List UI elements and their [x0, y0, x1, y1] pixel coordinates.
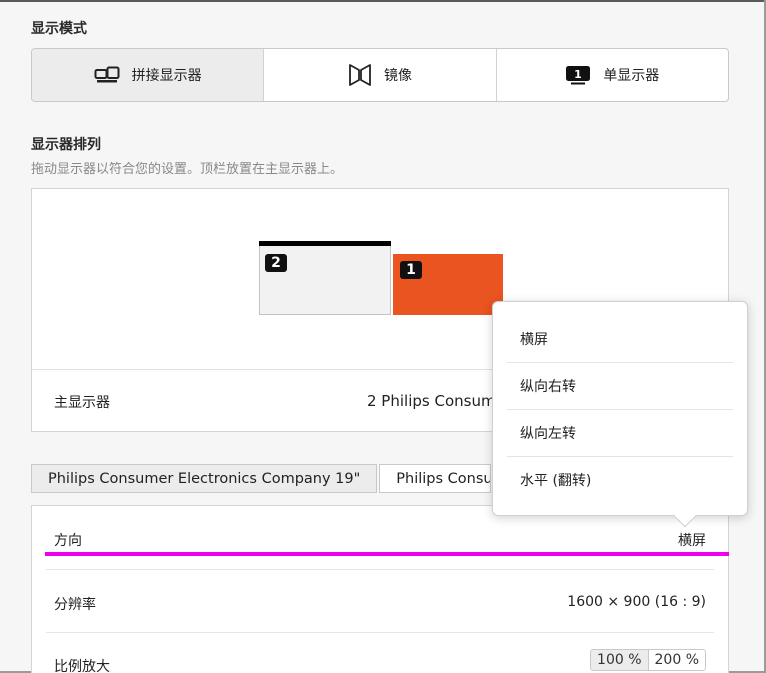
mode-joined-label: 拼接显示器	[131, 68, 202, 84]
arrangement-subtitle: 拖动显示器以符合您的设置。顶栏放置在主显示器上。	[31, 162, 344, 177]
orientation-label: 方向	[54, 533, 82, 549]
primary-display-label: 主显示器	[54, 395, 110, 411]
mode-single-button[interactable]: 1 单显示器	[497, 49, 728, 101]
orientation-menu: 横屏 纵向右转 纵向左转 水平 (翻转)	[492, 301, 748, 528]
mode-joined-button[interactable]: 拼接显示器	[32, 49, 265, 101]
mode-mirror-label: 镜像	[383, 68, 412, 84]
monitor-1[interactable]: 1	[393, 254, 503, 315]
monitor-tabs: Philips Consumer Electronics Company 19"…	[31, 464, 493, 493]
primary-display-value[interactable]: 2 Philips Consumer Electronics Company 1…	[367, 392, 492, 410]
orientation-highlight-line	[45, 552, 729, 556]
monitor-2[interactable]: 2	[259, 241, 391, 315]
orientation-option-portrait-left[interactable]: 纵向左转	[493, 409, 747, 456]
resolution-row[interactable]: 分辨率 1600 × 900 (16 : 9)	[32, 570, 728, 633]
display-mode-title: 显示模式	[31, 21, 87, 37]
window-top-border	[0, 0, 766, 2]
orientation-option-flipped[interactable]: 水平 (翻转)	[493, 456, 747, 503]
scale-label: 比例放大	[54, 659, 110, 673]
svg-text:1: 1	[574, 68, 582, 81]
scale-200-button[interactable]: 200 %	[648, 650, 705, 670]
single-display-icon: 1	[565, 65, 591, 85]
scale-selector: 100 % 200 %	[590, 649, 706, 671]
monitor-2-top-bar	[259, 241, 391, 246]
joined-displays-icon	[94, 66, 120, 84]
resolution-value[interactable]: 1600 × 900 (16 : 9)	[567, 594, 706, 610]
monitor-2-badge: 2	[265, 254, 287, 272]
scale-100-button[interactable]: 100 %	[591, 650, 649, 670]
mirror-icon	[348, 63, 372, 87]
orientation-option-landscape[interactable]: 横屏	[493, 315, 747, 362]
tab-monitor-1[interactable]: Philips Consumer Electronics Company 19"	[31, 464, 378, 493]
monitor-1-badge: 1	[400, 261, 422, 279]
arrangement-title: 显示器排列	[31, 137, 101, 153]
tab-monitor-2[interactable]: Philips Consumer Electronics Company 19"	[379, 464, 492, 493]
monitor-settings-panel: 方向 横屏 分辨率 1600 × 900 (16 : 9) 比例放大 100 %…	[31, 505, 729, 673]
display-mode-selector: 拼接显示器 镜像 1 单显示器	[31, 48, 729, 102]
mode-mirror-button[interactable]: 镜像	[264, 49, 497, 101]
orientation-value[interactable]: 横屏	[678, 530, 706, 550]
resolution-label: 分辨率	[54, 597, 96, 613]
orientation-option-portrait-right[interactable]: 纵向右转	[493, 362, 747, 409]
mode-single-label: 单显示器	[603, 68, 660, 84]
